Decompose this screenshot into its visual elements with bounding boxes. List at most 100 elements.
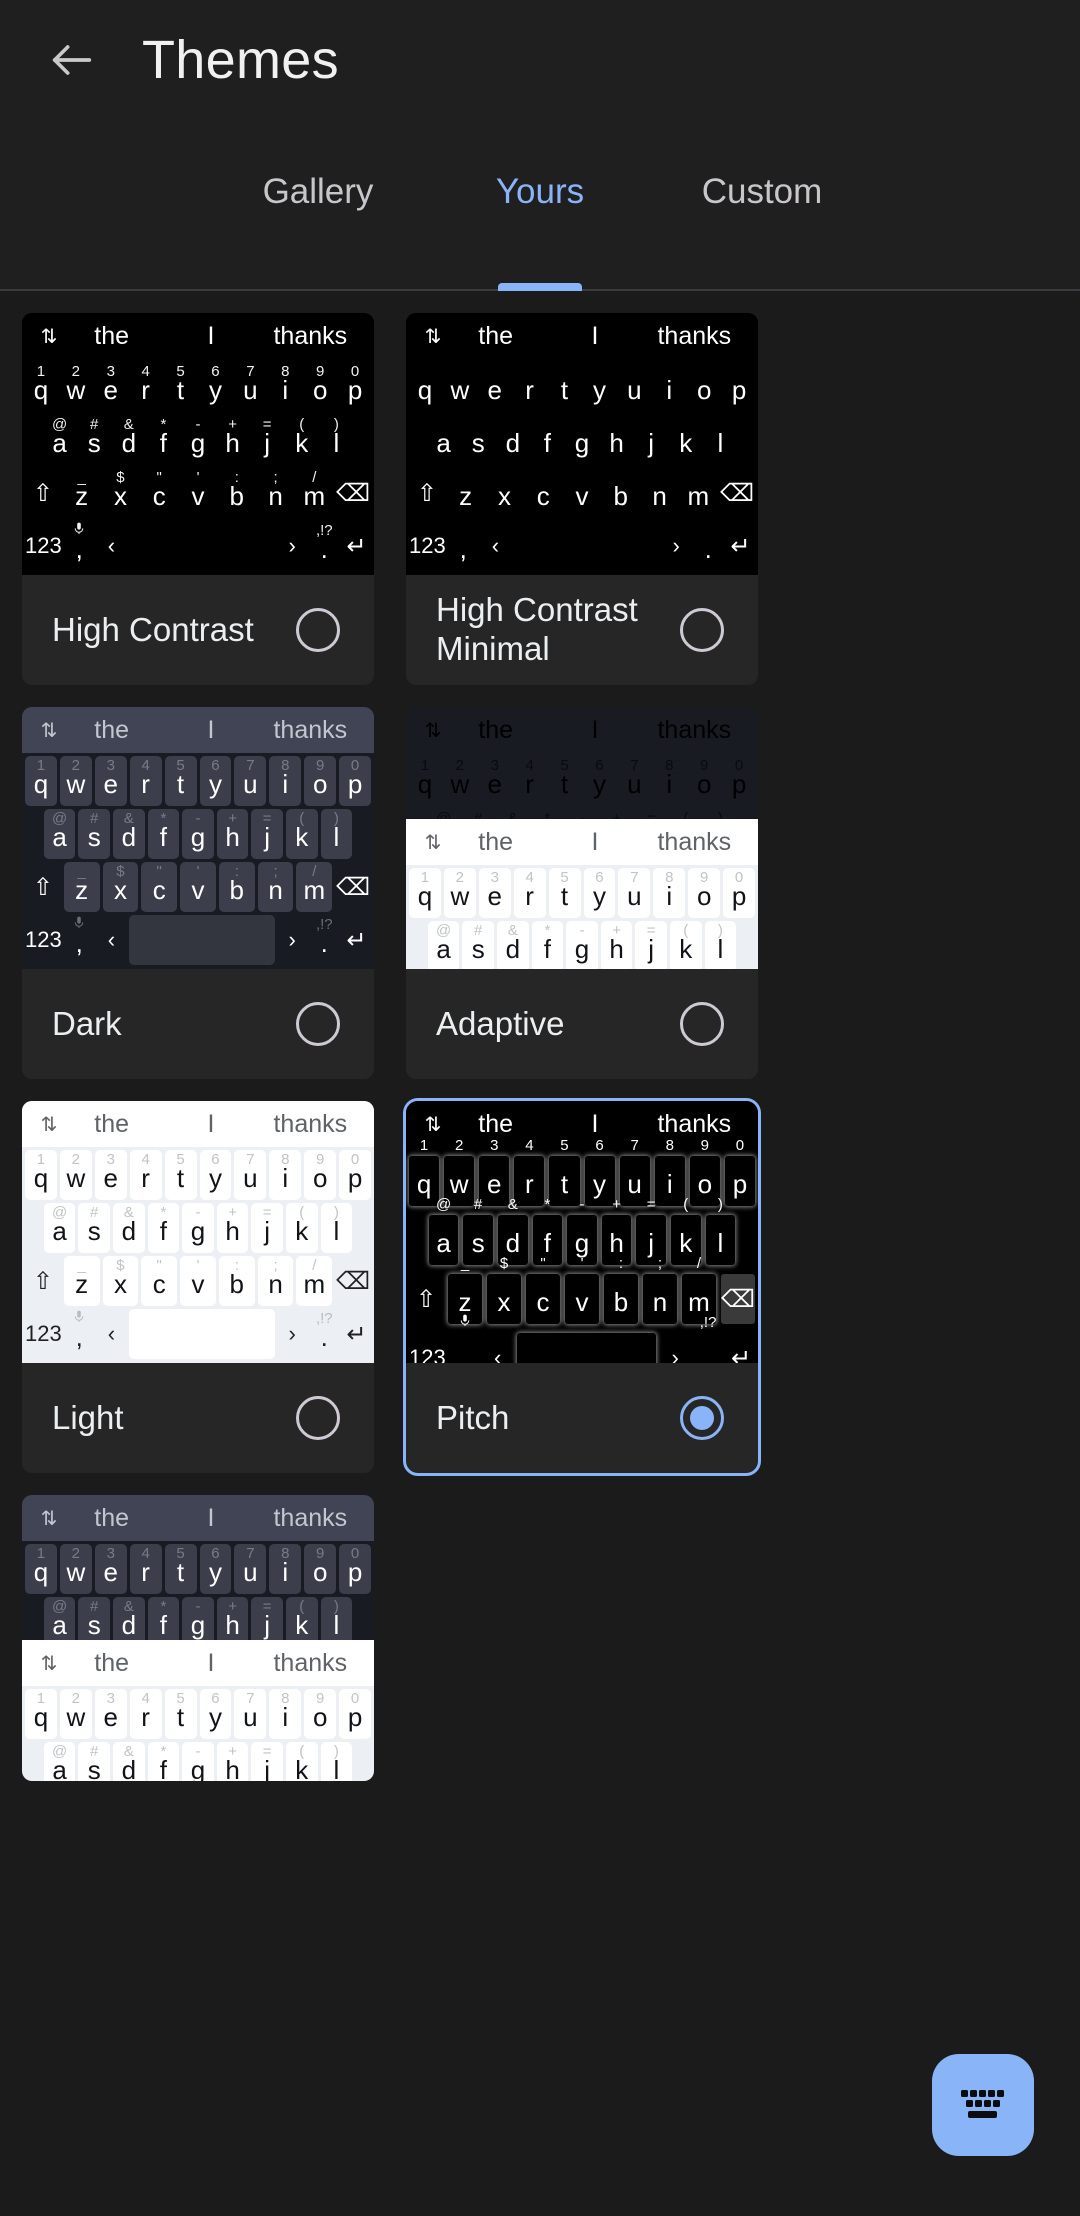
key-label: ⇧	[32, 1267, 53, 1295]
mic-icon	[74, 1310, 84, 1322]
back-arrow-icon[interactable]	[44, 32, 100, 88]
tab-custom[interactable]: Custom	[651, 120, 873, 289]
theme-card-dark[interactable]: ⇅ the Ithanks 1 q 2 w 3 e 4 r 5 t 6 y 7 u 8 i 9 o 0 p @ a # s & d * f -…	[22, 707, 374, 1079]
key-hint: 3	[106, 363, 115, 380]
key-hint: /	[312, 863, 317, 880]
theme-radio-light[interactable]	[296, 1396, 340, 1440]
key-hint: (	[299, 1743, 305, 1760]
suggestion-0: the	[94, 1109, 130, 1138]
key-↵: ↵	[727, 1333, 755, 1364]
key-j: =j	[251, 809, 283, 859]
theme-radio-adaptive[interactable]	[680, 1002, 724, 1046]
tab-custom-label: Custom	[701, 171, 823, 211]
key-hint: *	[544, 1196, 551, 1213]
key-,: ,	[449, 521, 478, 571]
key-hint: 1	[419, 1137, 429, 1154]
key-hint: -	[579, 1196, 585, 1213]
key-k: (k	[286, 415, 318, 465]
key-label: x	[497, 1287, 511, 1317]
keyboard-row-2: @a#s&d*f-g+h=j(k)l	[406, 415, 758, 465]
key-hint: :	[234, 1257, 239, 1274]
theme-card-partial-dark[interactable]: ⇅ the Ithanks 1 q 2 w 3 e 4 r 5 t 6 y 7 u 8 i 9 o 0 p @ a # s & d * f -…	[22, 1495, 374, 1781]
theme-radio-high-contrast[interactable]	[296, 608, 340, 652]
key-o: 9o	[688, 868, 721, 918]
key-w: 2w	[59, 1544, 92, 1594]
key-e: 3e	[95, 362, 127, 412]
key-w: 2w	[59, 756, 92, 806]
tab-yours[interactable]: Yours	[429, 120, 651, 291]
theme-radio-high-contrast-minimal[interactable]	[680, 608, 724, 652]
key-f: *f	[148, 415, 180, 465]
key-j: =j	[251, 415, 283, 465]
suggestion-bar: ⇅ the Ithanks	[22, 707, 374, 753]
key-hint: ,!?	[315, 1310, 333, 1327]
key-hint: +	[228, 1598, 237, 1615]
suggestion-bar: ⇅ the Ithanks	[22, 313, 374, 359]
key-r: 4r	[129, 1689, 162, 1739]
key-f: *f	[531, 921, 564, 969]
theme-preview-high-contrast-minimal: ⇅theIthanks1q2w3e4r5t6y7u8i9o0p@a#s&d*f-…	[406, 313, 758, 575]
key-hint: 8	[281, 1151, 290, 1168]
suggestion-2: thanks	[273, 1648, 348, 1677]
key-label: v	[575, 481, 589, 511]
key-o: 9o	[304, 756, 337, 806]
key-n: ;n	[257, 862, 294, 912]
key-s: #s	[78, 809, 111, 859]
key-k: (k	[285, 1203, 318, 1253]
key-hint: 0	[350, 1690, 360, 1707]
theme-card-light[interactable]: ⇅ the Ithanks 1 q 2 w 3 e 4 r 5 t 6 y 7 u 8 i 9 o 0 p @ a # s & d * f -…	[22, 1101, 374, 1473]
key-hint: "	[156, 863, 162, 880]
key-123: 123	[409, 1333, 446, 1363]
key-label: o	[696, 375, 712, 405]
theme-name: High Contrast	[52, 610, 254, 648]
key-⌫: ⌫	[335, 468, 371, 518]
key-hint: 0	[734, 869, 744, 886]
open-keyboard-fab[interactable]	[932, 2054, 1034, 2156]
keyboard-preview-overlay: ⇅ the Ithanks 1 q 2 w 3 e 4 r 5 t 6 y 7 u 8 i 9 o 0 p @ a # s & d * f -…	[22, 1640, 374, 1781]
key-hint: 8	[281, 1545, 290, 1562]
tab-gallery[interactable]: Gallery	[207, 120, 429, 289]
key-hint: #	[90, 1204, 99, 1221]
key-hint: ;	[273, 863, 278, 880]
key-x: $x	[487, 468, 523, 518]
key-r: 4r	[514, 362, 546, 412]
keyboard-row-2: @a#s&d*f-g+h=j(k)l	[22, 1203, 374, 1253]
keyboard-row-4: 123, ‹ ›,!?.↵	[406, 521, 758, 571]
theme-radio-dark[interactable]	[296, 1002, 340, 1046]
key-hint: 5	[176, 1545, 185, 1562]
suggestion-1: I	[591, 321, 599, 350]
theme-card-high-contrast-minimal[interactable]: ⇅theIthanks1q2w3e4r5t6y7u8i9o0p@a#s&d*f-…	[406, 313, 758, 685]
key-spacer plain	[355, 1203, 371, 1253]
key-.: ,!?.	[310, 521, 339, 571]
key-hint: 9	[700, 869, 709, 886]
key-label: ‹	[493, 1345, 502, 1363]
key-s: #s	[462, 415, 494, 465]
key-label: q	[417, 375, 433, 405]
key-label: h	[609, 428, 624, 458]
key-g: -g	[182, 415, 214, 465]
key-q: 1q	[25, 362, 57, 412]
key-,: ,	[65, 521, 94, 571]
key-label: v	[575, 1287, 589, 1317]
key-p: 0p	[723, 362, 755, 412]
key-hint: @	[52, 416, 68, 433]
key-hint: 3	[106, 1151, 115, 1168]
key-hint: 7	[246, 1151, 255, 1168]
keyboard-row-1: 1q2w3e4r5t6y7u8i9o0p	[22, 362, 374, 412]
key-hint: 5	[560, 757, 569, 774]
theme-card-high-contrast[interactable]: ⇅ the Ithanks 1 q 2 w 3 e 4 r 5 t 6 y 7 u 8 i 9 o 0 p @ a # s & d * f -…	[22, 313, 374, 685]
key-label: ›	[288, 533, 296, 558]
key-g: -g	[566, 921, 598, 969]
theme-card-adaptive[interactable]: ⇅theIthanks1q2w3e4r5t6y7u8i9o0p@a#s&d*f-…	[406, 707, 758, 1079]
expand-suggestions-icon: ⇅	[424, 831, 442, 854]
key-hint: +	[228, 1743, 237, 1760]
key-hint: :	[234, 469, 239, 486]
theme-card-pitch[interactable]: ⇅ the Ithanks 1 q 2 w 3 e 4 r 5 t 6 y 7 u 8 i 9 o 0 p @ a # s & d * f -…	[403, 1098, 761, 1476]
theme-radio-pitch[interactable]	[680, 1396, 724, 1440]
key-p: 0p	[723, 756, 755, 806]
key-m: /m	[296, 1256, 333, 1306]
key-hint: :	[618, 1255, 624, 1272]
theme-label-row: Adaptive	[406, 969, 758, 1079]
key-hint: '	[580, 1255, 584, 1272]
key-hint: 7	[630, 1137, 639, 1154]
